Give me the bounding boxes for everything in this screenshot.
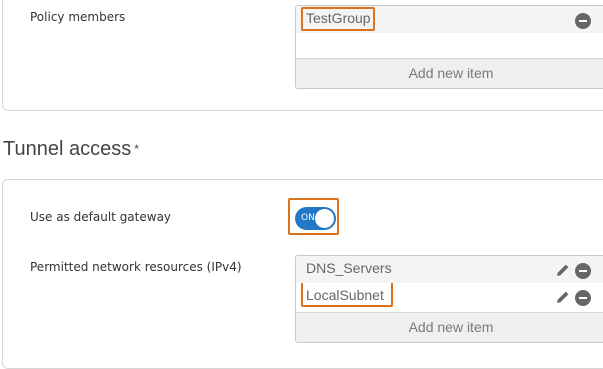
default-gateway-label: Use as default gateway [30,210,172,224]
minus-circle-icon[interactable] [575,263,591,279]
default-gateway-toggle-highlight: ON [288,198,339,235]
add-new-item-button[interactable]: Add new item [296,58,603,88]
list-item[interactable]: LocalSubnet [296,283,603,310]
list-item[interactable]: DNS_Servers [296,256,603,283]
minus-circle-icon[interactable] [575,13,591,29]
minus-circle-icon[interactable] [575,290,591,306]
toggle-knob [315,209,334,228]
list-item-label: LocalSubnet [306,287,384,303]
section-title: Tunnel access * [3,138,139,161]
permitted-resources-list: DNS_Servers LocalSubnet Add new item [295,255,603,343]
required-marker: * [134,142,139,156]
list-item-label: TestGroup [306,10,371,26]
pencil-icon[interactable] [556,290,570,304]
default-gateway-toggle[interactable]: ON [295,207,336,230]
add-new-item-button[interactable]: Add new item [296,312,603,342]
pencil-icon[interactable] [556,263,570,277]
list-item[interactable]: TestGroup [296,6,603,33]
list-item-label: DNS_Servers [306,260,392,276]
policy-members-list: TestGroup Add new item [295,5,603,89]
policy-members-label: Policy members [30,10,126,24]
permitted-resources-label: Permitted network resources (IPv4) [30,260,242,274]
section-title-text: Tunnel access [3,138,132,160]
toggle-state-text: ON [301,213,315,223]
